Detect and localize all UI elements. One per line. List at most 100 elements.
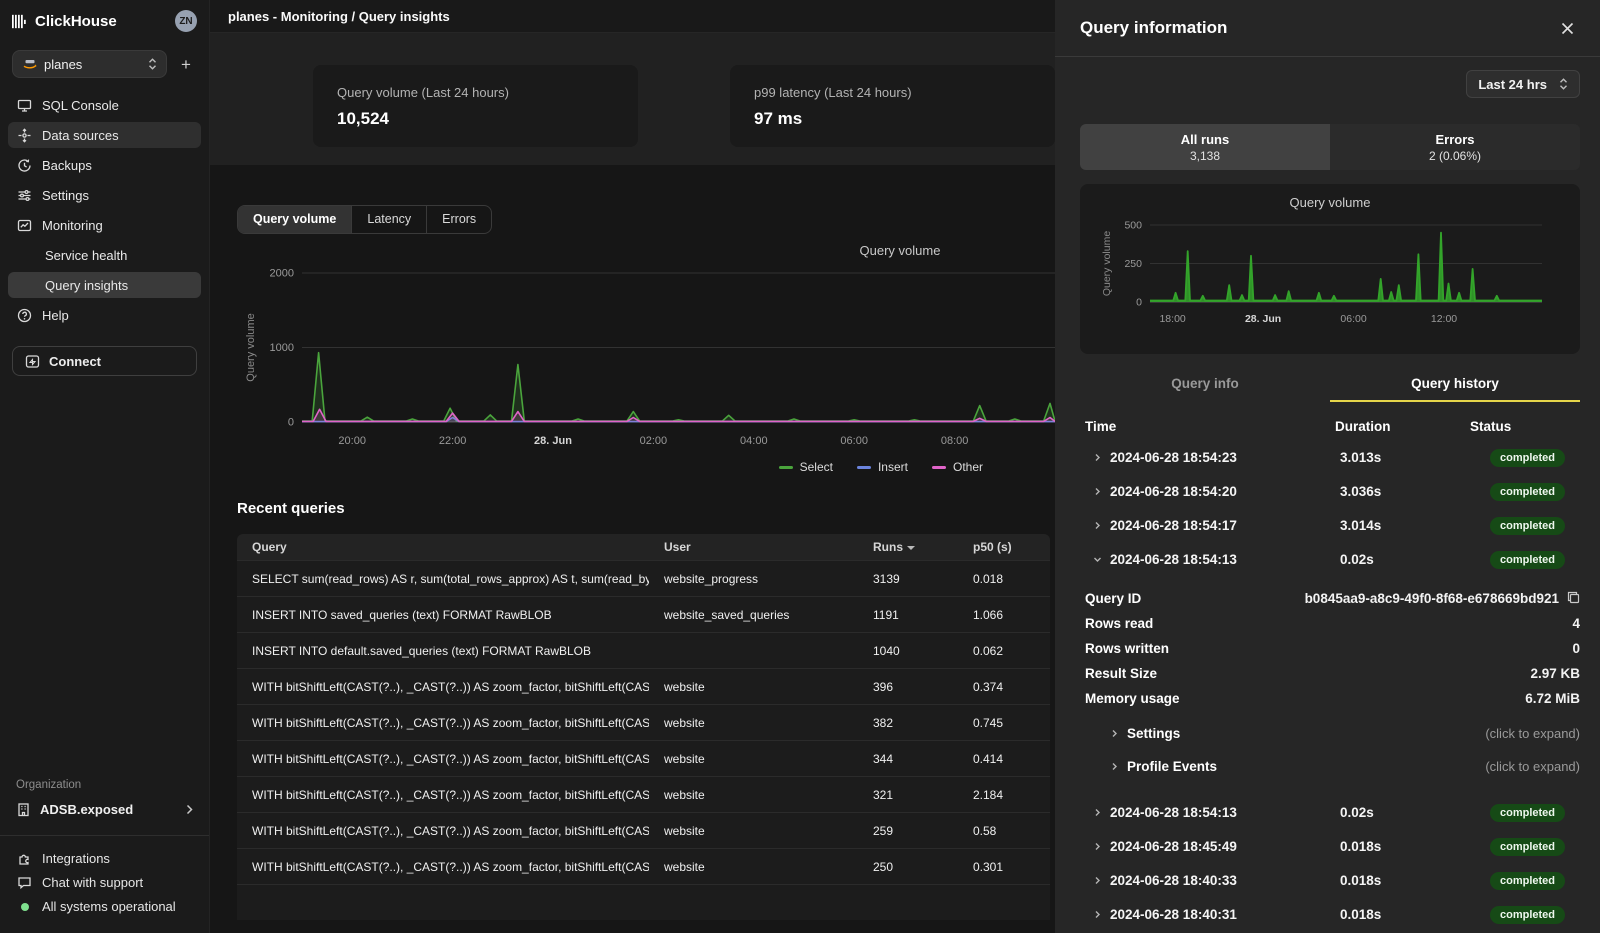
history-status-cell: completed — [1465, 803, 1580, 822]
legend-marker-icon — [779, 466, 793, 469]
sidebar-item-chat-support[interactable]: Chat with support — [8, 871, 201, 894]
table-row[interactable]: SELECT sum(read_rows) AS r, sum(total_ro… — [237, 560, 1050, 596]
legend-item-other[interactable]: Other — [932, 460, 983, 474]
chart-legend: Select Insert Other — [210, 460, 1055, 474]
breadcrumb: planes - Monitoring / Query insights — [228, 9, 450, 24]
table-row[interactable]: INSERT INTO saved_queries (text) FORMAT … — [237, 596, 1050, 632]
sidebar-item-backups[interactable]: Backups — [8, 152, 201, 178]
tab-query-volume[interactable]: Query volume — [238, 206, 352, 233]
stat-value: 10,524 — [337, 109, 614, 129]
expand-hint: (click to expand) — [1485, 759, 1580, 774]
service-selector[interactable]: planes — [12, 50, 167, 78]
history-time: 2024-06-28 18:54:23 — [1110, 450, 1237, 465]
history-row[interactable]: 2024-06-28 18:54:130.02scompleted — [1080, 795, 1580, 829]
legend-item-select[interactable]: Select — [779, 460, 833, 474]
detail-row-query-id: Query IDb0845aa9-a8c9-49f0-8f68-e678669b… — [1080, 586, 1580, 611]
history-status-cell: completed — [1465, 448, 1580, 467]
sort-desc-icon — [907, 546, 915, 550]
sidebar-item-sql-console[interactable]: SQL Console — [8, 92, 201, 118]
sidebar-item-label: Query insights — [45, 278, 128, 293]
column-header-runs[interactable]: Runs — [858, 540, 958, 554]
chevron-right-icon — [1093, 521, 1102, 530]
sidebar-item-help[interactable]: Help — [8, 302, 201, 328]
table-row[interactable] — [237, 884, 1050, 920]
errors-segment[interactable]: Errors 2 (0.06%) — [1330, 124, 1580, 170]
detail-value: 4 — [1572, 616, 1580, 631]
svg-text:Query volume: Query volume — [245, 313, 257, 381]
svg-text:Query volume: Query volume — [860, 243, 941, 258]
system-status[interactable]: All systems operational — [8, 895, 201, 918]
history-time: 2024-06-28 18:54:13 — [1110, 805, 1237, 820]
history-row[interactable]: 2024-06-28 18:54:130.02scompleted — [1080, 542, 1580, 576]
query-details: Query IDb0845aa9-a8c9-49f0-8f68-e678669b… — [1080, 586, 1580, 711]
history-row[interactable]: 2024-06-28 18:40:330.018scompleted — [1080, 863, 1580, 897]
runs-cell: 259 — [858, 824, 958, 838]
tab-query-history[interactable]: Query history — [1330, 371, 1580, 402]
table-row[interactable]: WITH bitShiftLeft(CAST(?..), _CAST(?..))… — [237, 704, 1050, 740]
sidebar-item-monitoring[interactable]: Monitoring — [8, 212, 201, 238]
history-time-cell[interactable]: 2024-06-28 18:54:23 — [1080, 450, 1330, 465]
history-time-cell[interactable]: 2024-06-28 18:54:13 — [1080, 805, 1330, 820]
avatar[interactable]: ZN — [175, 10, 197, 32]
expandable-settings[interactable]: Settings(click to expand) — [1080, 717, 1580, 750]
organization-selector[interactable]: ADSB.exposed — [8, 796, 201, 823]
history-time-cell[interactable]: 2024-06-28 18:54:20 — [1080, 484, 1330, 499]
table-row[interactable]: WITH bitShiftLeft(CAST(?..), _CAST(?..))… — [237, 776, 1050, 812]
time-range-selector[interactable]: Last 24 hrs — [1466, 70, 1580, 98]
table-row[interactable]: WITH bitShiftLeft(CAST(?..), _CAST(?..))… — [237, 812, 1050, 848]
legend-item-insert[interactable]: Insert — [857, 460, 908, 474]
history-time: 2024-06-28 18:54:13 — [1110, 552, 1237, 567]
history-row[interactable]: 2024-06-28 18:45:490.018scompleted — [1080, 829, 1580, 863]
p50-cell: 0.414 — [958, 752, 1050, 766]
connect-button[interactable]: Connect — [12, 346, 197, 376]
table-row[interactable]: WITH bitShiftLeft(CAST(?..), _CAST(?..))… — [237, 848, 1050, 884]
history-row[interactable]: 2024-06-28 18:54:203.036scompleted — [1080, 474, 1580, 508]
stat-label: Query volume (Last 24 hours) — [337, 85, 614, 100]
column-header-query[interactable]: Query — [237, 540, 649, 554]
svg-text:28. Jun: 28. Jun — [534, 435, 572, 447]
history-duration: 0.018s — [1330, 907, 1465, 922]
recent-queries-table: QueryUserRunsp50 (s) SELECT sum(read_rows… — [237, 534, 1050, 920]
column-header-p50-s-[interactable]: p50 (s) — [958, 540, 1050, 554]
sidebar-item-settings[interactable]: Settings — [8, 182, 201, 208]
breadcrumb-bar: planes - Monitoring / Query insights — [210, 0, 1055, 33]
history-time-cell[interactable]: 2024-06-28 18:45:49 — [1080, 839, 1330, 854]
query-cell: INSERT INTO default.saved_queries (text)… — [237, 644, 649, 658]
column-header-user[interactable]: User — [649, 540, 858, 554]
sidebar-item-service-health[interactable]: Service health — [8, 242, 201, 268]
sidebar-item-data-sources[interactable]: Data sources — [8, 122, 201, 148]
sidebar-item-label: Monitoring — [42, 218, 103, 233]
tab-query-info[interactable]: Query info — [1080, 371, 1330, 402]
history-time-cell[interactable]: 2024-06-28 18:40:31 — [1080, 907, 1330, 922]
sidebar-item-query-insights[interactable]: Query insights — [8, 272, 201, 298]
svg-text:06:00: 06:00 — [840, 435, 868, 447]
expandable-profile-events[interactable]: Profile Events(click to expand) — [1080, 750, 1580, 783]
stat-card-query-volume: Query volume (Last 24 hours) 10,524 — [313, 65, 638, 147]
close-icon[interactable] — [1557, 18, 1578, 39]
history-time-cell[interactable]: 2024-06-28 18:54:13 — [1080, 552, 1330, 567]
p50-cell: 0.062 — [958, 644, 1050, 658]
history-row[interactable]: 2024-06-28 18:54:173.014scompleted — [1080, 508, 1580, 542]
copy-icon[interactable] — [1567, 591, 1580, 607]
svg-text:20:00: 20:00 — [338, 435, 366, 447]
status-badge: completed — [1490, 517, 1565, 535]
history-more-rows: 2024-06-28 18:54:130.02scompleted2024-06… — [1080, 795, 1580, 931]
history-row[interactable]: 2024-06-28 18:40:310.018scompleted — [1080, 897, 1580, 931]
runs-cell: 3139 — [858, 572, 958, 586]
history-header-row: TimeDurationStatus — [1080, 412, 1580, 440]
history-row[interactable]: 2024-06-28 18:54:233.013scompleted — [1080, 440, 1580, 474]
history-time-cell[interactable]: 2024-06-28 18:54:17 — [1080, 518, 1330, 533]
table-row[interactable]: INSERT INTO default.saved_queries (text)… — [237, 632, 1050, 668]
chevron-right-icon — [1093, 808, 1102, 817]
tab-errors[interactable]: Errors — [427, 206, 491, 233]
status-dot-icon — [17, 899, 32, 914]
all-runs-segment[interactable]: All runs 3,138 — [1080, 124, 1330, 170]
table-row[interactable]: WITH bitShiftLeft(CAST(?..), _CAST(?..))… — [237, 668, 1050, 704]
table-row[interactable]: WITH bitShiftLeft(CAST(?..), _CAST(?..))… — [237, 740, 1050, 776]
user-cell: website — [649, 860, 858, 874]
expandable-sections: Settings(click to expand)Profile Events(… — [1080, 717, 1580, 783]
history-time-cell[interactable]: 2024-06-28 18:40:33 — [1080, 873, 1330, 888]
tab-latency[interactable]: Latency — [352, 206, 427, 233]
sidebar-item-integrations[interactable]: Integrations — [8, 847, 201, 870]
add-service-button[interactable]: + — [175, 53, 197, 75]
